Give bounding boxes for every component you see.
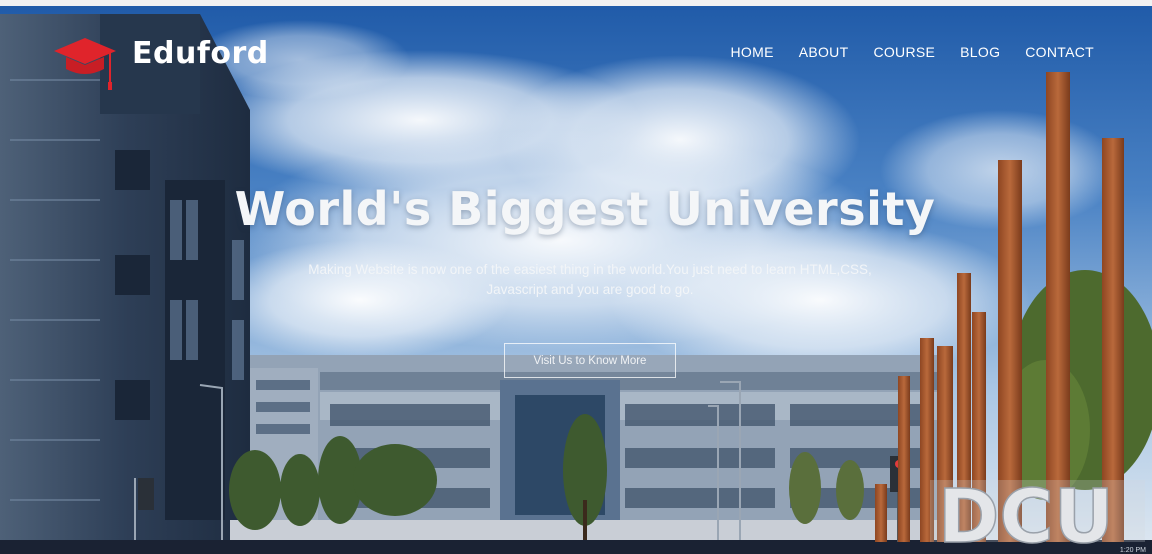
graduation-cap-icon bbox=[54, 38, 116, 90]
page: Eduford HOME ABOUT COURSE BLOG CONTACT W… bbox=[0, 0, 1152, 554]
brand-name: Eduford bbox=[132, 35, 269, 71]
top-band bbox=[0, 0, 1152, 6]
campus-letters: DCU bbox=[938, 482, 1114, 544]
timestamp: 1:20 PM bbox=[1119, 547, 1146, 554]
nav-home[interactable]: HOME bbox=[731, 44, 774, 60]
nav-blog[interactable]: BLOG bbox=[960, 44, 1000, 60]
hero-title: World's Biggest University bbox=[234, 182, 936, 236]
nav-contact[interactable]: CONTACT bbox=[1025, 44, 1094, 60]
nav-course[interactable]: COURSE bbox=[873, 44, 935, 60]
main-nav: HOME ABOUT COURSE BLOG CONTACT bbox=[731, 44, 1094, 60]
hero-subtitle: Making Website is now one of the easiest… bbox=[308, 262, 872, 297]
brand[interactable]: Eduford bbox=[52, 34, 269, 90]
campus-signage: DCU bbox=[938, 482, 1115, 544]
visit-us-button[interactable]: Visit Us to Know More bbox=[504, 343, 676, 378]
nav-about[interactable]: ABOUT bbox=[799, 44, 849, 60]
